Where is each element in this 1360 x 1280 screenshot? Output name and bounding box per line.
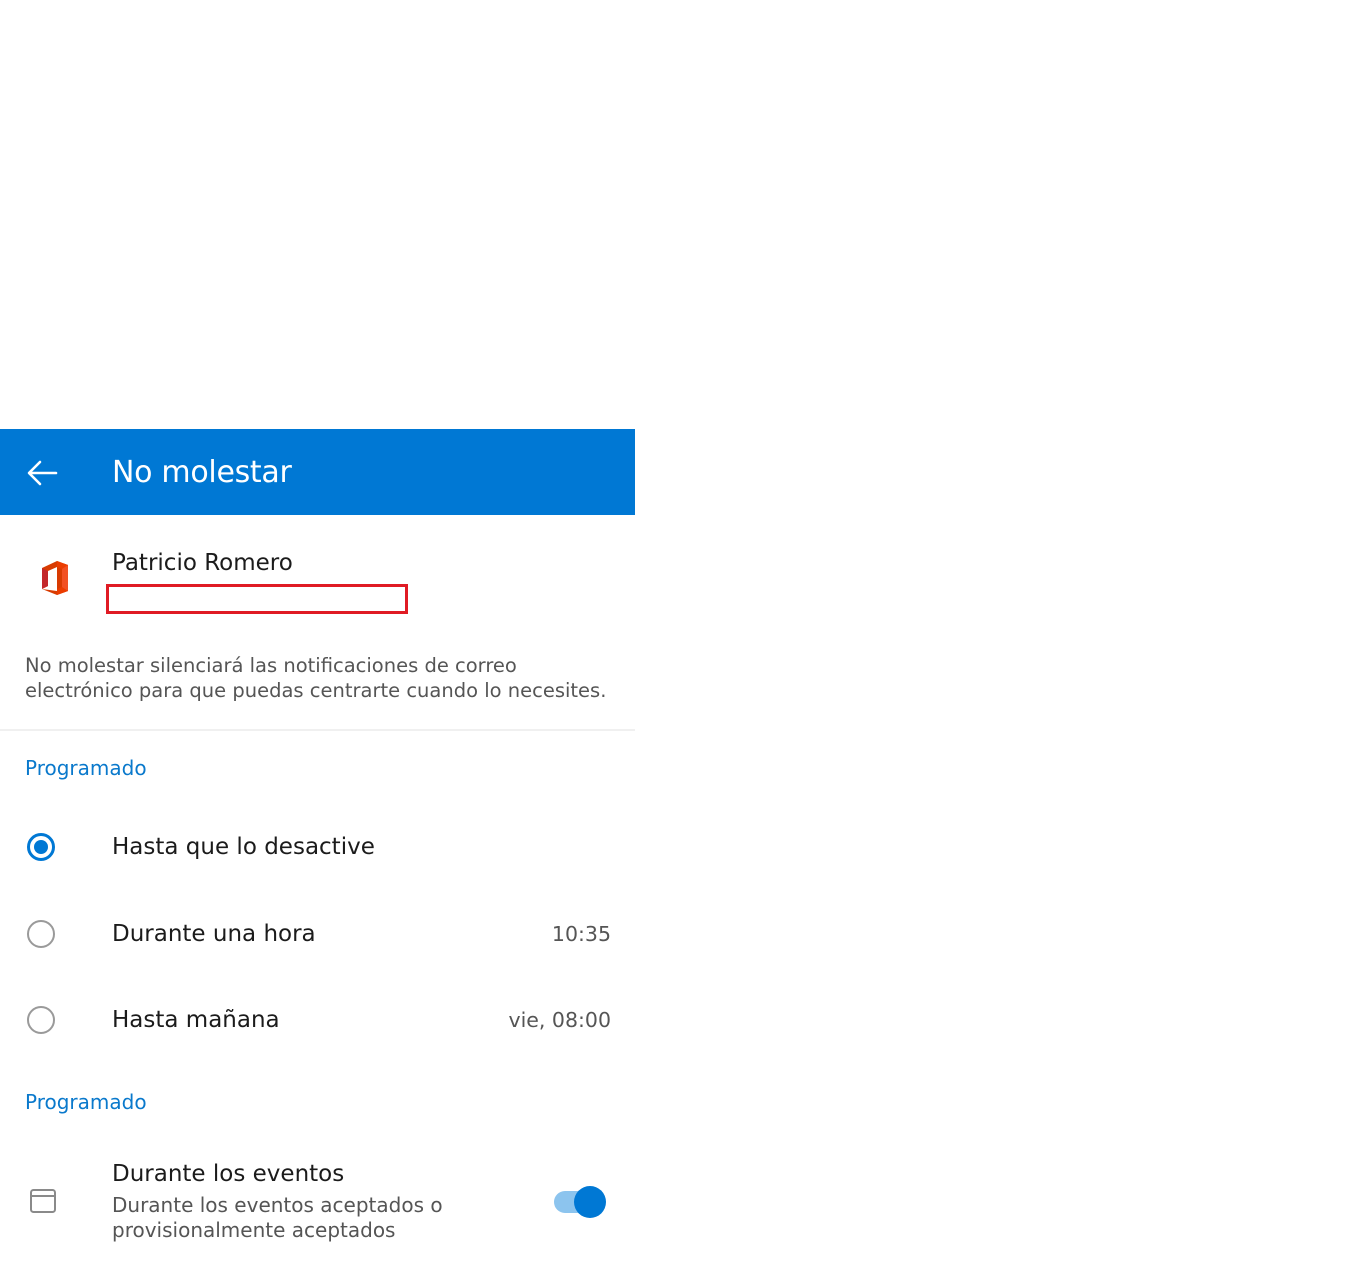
- radio-one-hour[interactable]: [27, 920, 55, 948]
- page-title: No molestar: [112, 455, 292, 490]
- section-header-scheduled: Programado: [25, 756, 147, 780]
- option-one-hour[interactable]: Durante una hora 10:35: [0, 893, 635, 979]
- option-label: Hasta que lo desactive: [112, 834, 375, 860]
- option-time: vie, 08:00: [508, 1008, 611, 1032]
- redaction-box: [106, 584, 408, 614]
- radio-until-off[interactable]: [27, 833, 55, 861]
- calendar-icon: [30, 1189, 56, 1213]
- option-time: 10:35: [551, 922, 611, 946]
- do-not-disturb-screen: No molestar Patricio Romero No molestar …: [0, 429, 635, 1280]
- back-button[interactable]: [22, 453, 62, 493]
- description-text: No molestar silenciará las notificacione…: [25, 654, 607, 702]
- app-bar: No molestar: [0, 429, 635, 515]
- events-row[interactable]: Durante los eventos Durante los eventos …: [0, 1154, 635, 1254]
- option-until-off[interactable]: Hasta que lo desactive: [0, 806, 635, 892]
- option-label: Hasta mañana: [112, 1007, 280, 1033]
- events-title: Durante los eventos: [112, 1161, 345, 1187]
- office-logo-icon: [42, 561, 68, 595]
- option-label: Durante una hora: [112, 921, 316, 947]
- option-until-tomorrow[interactable]: Hasta mañana vie, 08:00: [0, 979, 635, 1065]
- toggle-knob: [574, 1186, 606, 1218]
- divider: [0, 729, 635, 731]
- section-header-scheduled-events: Programado: [25, 1090, 147, 1114]
- events-subtitle: Durante los eventos aceptados o provisio…: [112, 1193, 443, 1242]
- arrow-left-icon: [27, 460, 58, 486]
- account-header: Patricio Romero: [0, 515, 635, 635]
- account-name: Patricio Romero: [112, 550, 293, 576]
- radio-until-tomorrow[interactable]: [27, 1006, 55, 1034]
- events-toggle[interactable]: [554, 1185, 608, 1219]
